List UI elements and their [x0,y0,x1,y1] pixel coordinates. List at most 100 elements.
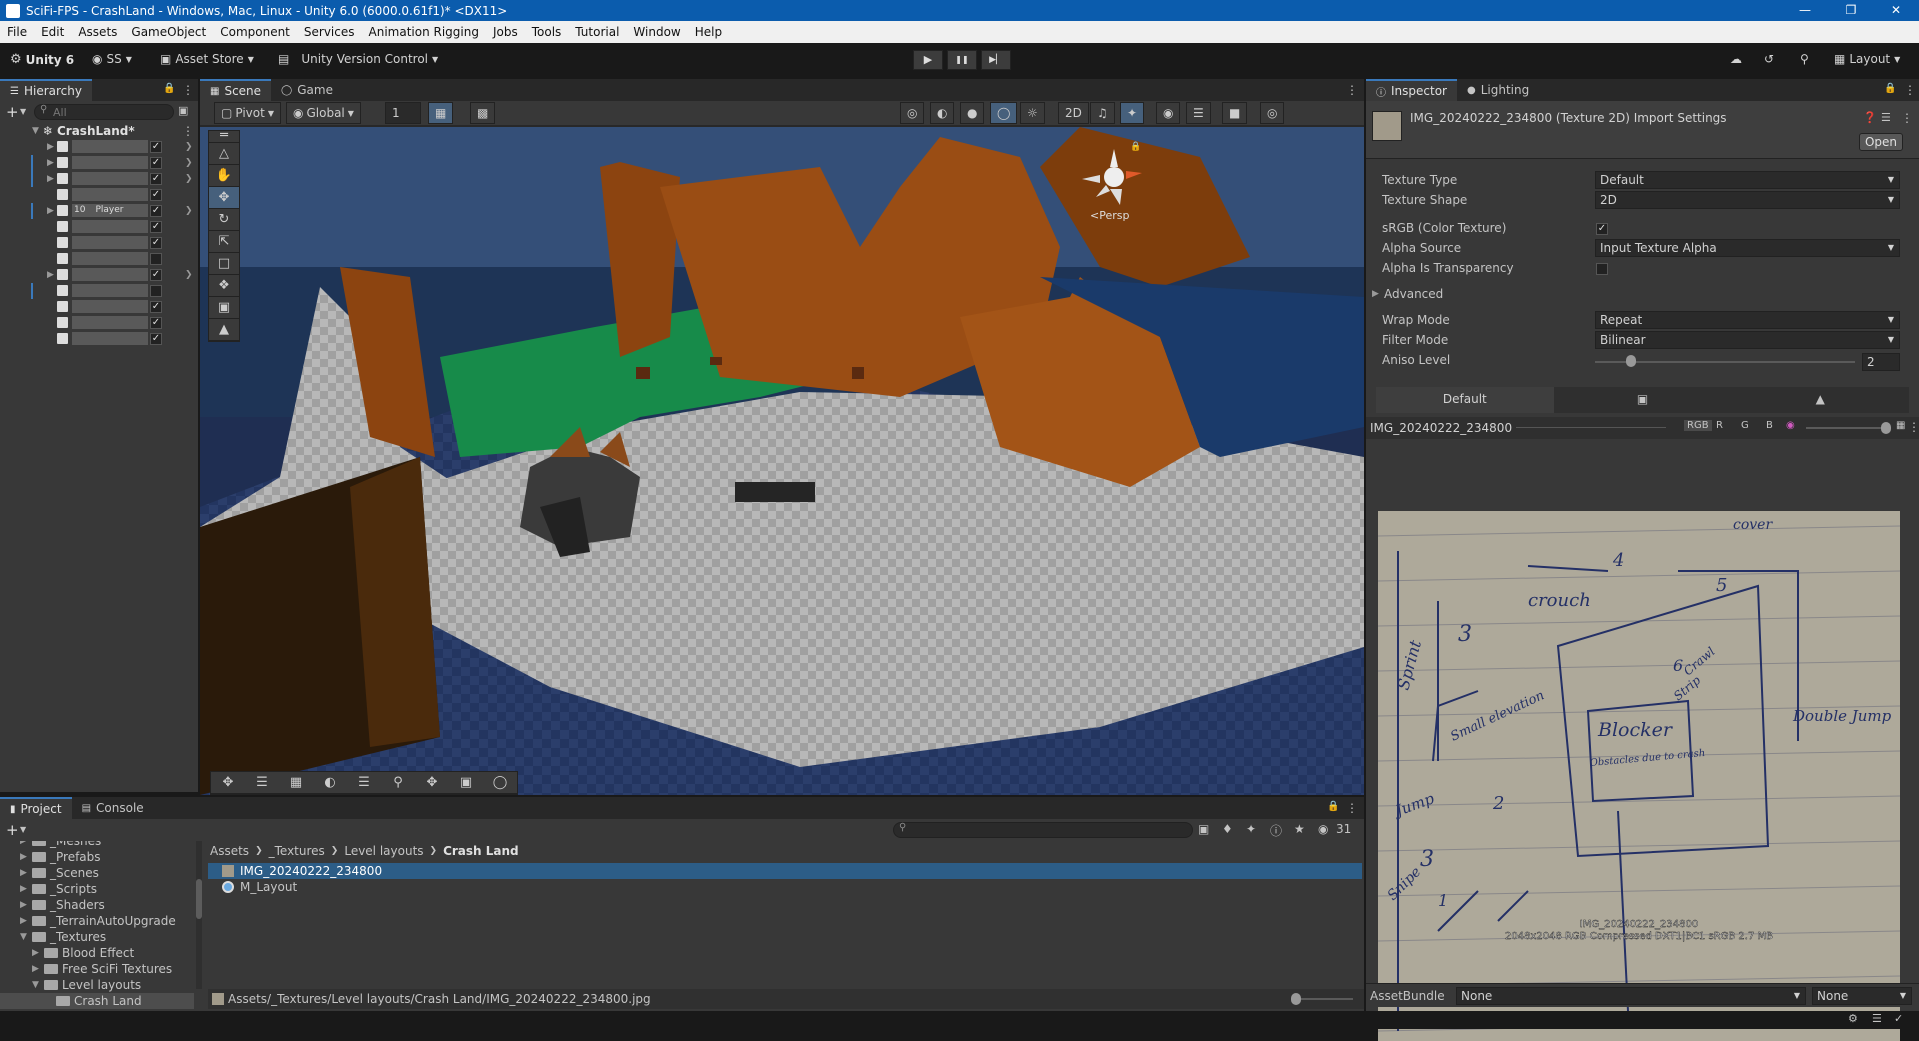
tab-inspector[interactable]: ⓘ Inspector [1366,79,1457,101]
help-icon[interactable]: ❓ [1863,111,1877,124]
add-icon[interactable]: + [6,821,19,839]
expand-right-icon[interactable]: ▶ [47,174,54,184]
hierarchy-row[interactable]: ▶ ✓ ❯ [0,171,198,187]
menu-tutorial[interactable]: Tutorial [568,25,626,39]
expand-icon[interactable]: ▼ [20,932,32,942]
active-checkbox[interactable]: ✓ [150,269,162,281]
active-checkbox[interactable]: ✓ [150,141,162,153]
active-checkbox[interactable]: ✓ [150,205,162,217]
progress-icon[interactable]: ☰ [1872,1012,1882,1025]
pivot-dropdown[interactable]: ▢ Pivot ▼ [214,102,281,124]
zoom-slider-thumb[interactable] [1291,993,1301,1005]
expand-icon[interactable]: ▶ [20,884,32,894]
debug-icon[interactable]: ⚙ [1848,1012,1858,1025]
folder-tree-item[interactable]: ▶ _TerrainAutoUpgrade [0,913,194,929]
folder-tree-item[interactable]: Crash Land [0,993,194,1009]
chevron-down-icon[interactable]: ▼ [20,107,26,116]
menu-tools[interactable]: Tools [525,25,569,39]
expand-icon[interactable]: ▶ [20,841,32,846]
alpha-source-dropdown[interactable]: Input Texture Alpha ▼ [1595,239,1900,257]
chevron-down-icon[interactable]: ▼ [20,825,26,834]
expand-icon[interactable]: ▶ [20,852,32,862]
channel-g[interactable]: G [1741,420,1749,431]
draw-mode-icon[interactable]: ◎ [900,102,925,124]
expand-icon[interactable]: ▶ [32,948,44,958]
hierarchy-row[interactable]: ▶ ✓ ❯ [0,267,198,283]
hierarchy-row[interactable]: ✓ [0,187,198,203]
wrap-mode-dropdown[interactable]: Repeat ▼ [1595,311,1900,329]
hierarchy-row[interactable]: ▶ 10 Player ✓ ❯ [0,203,198,219]
texture-preview[interactable]: cover crouch Sprint Small elevation Bloc… [1378,511,1900,1041]
folder-tree-item[interactable]: ▶ _Shaders [0,897,194,913]
lighting-icon[interactable]: ☼ [1020,102,1045,124]
monitor-icon[interactable]: ▣ [1554,387,1732,413]
open-button[interactable]: Open [1859,133,1903,151]
cloud-icon[interactable]: ☁ [1730,52,1742,66]
warning-filter-icon[interactable]: ⓘ [1270,822,1282,839]
assetbundle-dropdown[interactable]: None ▼ [1456,987,1806,1005]
chevron-right-icon[interactable]: ❯ [185,270,193,280]
search-by-label-icon[interactable]: ♦ [1222,822,1233,836]
expand-icon[interactable]: ▶ [20,868,32,878]
shaded-icon[interactable]: ● [960,102,985,124]
menu-window[interactable]: Window [626,25,687,39]
active-checkbox[interactable]: ✓ [150,317,162,329]
lock-icon[interactable]: 🔒 [1327,801,1339,812]
camera-icon[interactable]: ■ [1222,102,1248,124]
chevron-right-icon[interactable]: ❯ [185,174,193,184]
file-row[interactable]: M_Layout [208,879,1362,895]
lock-icon[interactable]: 🔒 [1130,141,1141,152]
play-button[interactable]: ▶ [913,50,943,70]
chevron-right-icon[interactable]: ❯ [185,142,193,152]
chevron-right-icon[interactable]: ❯ [185,158,193,168]
rotate-icon[interactable]: ◐ [313,772,347,794]
more-menu-icon[interactable]: ⋮ [1346,83,1358,97]
search-icon[interactable]: ⚲ [1800,52,1809,66]
folder-tree-item[interactable]: ▶ _Scripts [0,881,194,897]
active-checkbox[interactable]: ✓ [150,173,162,185]
move-handle-icon[interactable]: ✥ [211,772,245,794]
minimize-button[interactable]: — [1782,0,1828,21]
layout-dropdown[interactable]: ▦ Layout ▼ [1834,52,1900,66]
menu-animation-rigging[interactable]: Animation Rigging [362,25,486,39]
active-checkbox[interactable]: ✓ [150,301,162,313]
asset-store-dropdown[interactable]: ▣ Asset Store ▼ [160,52,254,66]
channel-rgb[interactable]: RGB [1684,420,1712,431]
channel-r[interactable]: R [1716,420,1723,431]
scene-viewport[interactable]: <Persp 🔒 [200,127,1364,795]
settings-sliders-icon[interactable]: ☰ [245,772,279,794]
hidden-eye-icon[interactable]: ◉ [1318,822,1328,836]
tag-icon[interactable]: ✦ [1246,822,1256,836]
expand-icon[interactable]: ▶ [20,916,32,926]
tab-hierarchy[interactable]: ☰ Hierarchy [0,79,92,101]
channel-b[interactable]: B [1766,420,1773,431]
active-checkbox[interactable] [150,253,162,265]
more-menu-icon[interactable]: ⋮ [1901,111,1913,125]
camera-preview-icon[interactable]: ▣ [449,772,483,794]
account-dropdown[interactable]: ◉ SS ▼ [92,52,132,66]
move-icon[interactable]: ✥ [415,772,449,794]
folder-tree-item[interactable]: ▼ _Textures [0,929,194,945]
folder-tree-item[interactable]: ▼ Level layouts [0,977,194,993]
menu-jobs[interactable]: Jobs [486,25,525,39]
more-menu-icon[interactable]: ⋮ [182,83,194,97]
active-checkbox[interactable]: ✓ [150,189,162,201]
file-row-selected[interactable]: IMG_20240222_234800 [208,863,1362,879]
tab-scene[interactable]: ▦ Scene [200,79,272,101]
wireframe-icon[interactable]: ◐ [930,102,955,124]
expand-right-icon[interactable]: ▶ [47,206,54,216]
advanced-foldout[interactable]: Advanced [1384,287,1443,301]
scale-tool-icon[interactable]: ⇱ [209,231,239,253]
hierarchy-row[interactable]: ▶ ✓ ❯ [0,139,198,155]
hierarchy-row[interactable]: ✓ [0,235,198,251]
menu-component[interactable]: Component [213,25,297,39]
aniso-slider-thumb[interactable] [1626,355,1636,367]
tab-lighting[interactable]: ● Lighting [1457,79,1539,101]
menu-services[interactable]: Services [297,25,362,39]
menu-file[interactable]: File [0,25,34,39]
mip-toggle-icon[interactable]: ▦ [1896,420,1905,431]
more-menu-icon[interactable]: ⋮ [182,124,194,138]
folder-tree-item[interactable]: ▶ Free SciFi Textures [0,961,194,977]
custom-tool-icon[interactable]: ▣ [209,297,239,319]
scene-row[interactable]: ▼ ❄ CrashLand* ⋮ [0,123,198,139]
